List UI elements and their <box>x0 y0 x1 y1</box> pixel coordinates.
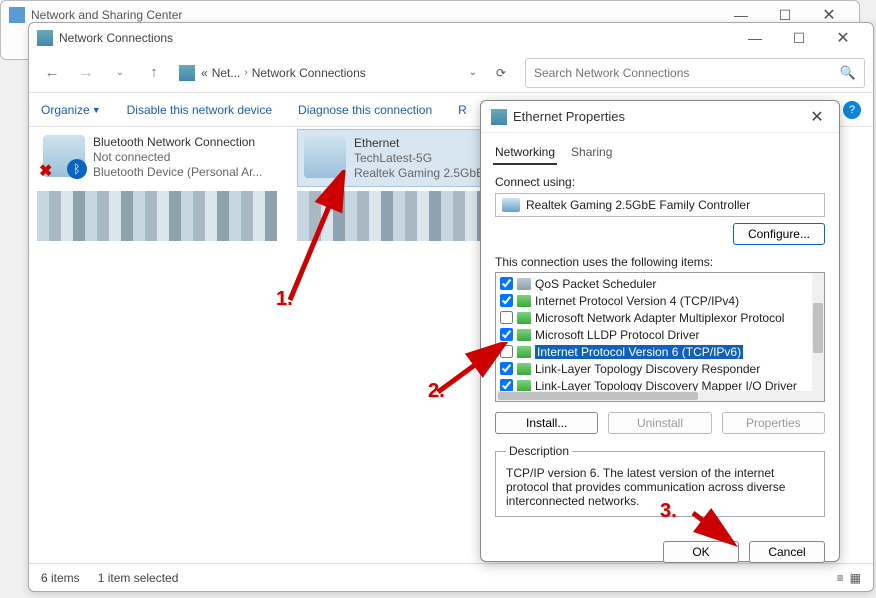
item-checkbox[interactable] <box>500 362 513 375</box>
up-button[interactable]: ↑ <box>139 59 169 87</box>
breadcrumb-current[interactable]: Network Connections <box>252 66 366 80</box>
search-box[interactable]: 🔍 <box>525 58 865 88</box>
protocol-icon <box>517 295 531 307</box>
description-label: Description <box>506 444 572 458</box>
annotation-number-1: 1. <box>276 288 293 311</box>
uninstall-button: Uninstall <box>608 412 711 434</box>
tab-networking[interactable]: Networking <box>493 141 557 165</box>
ethernet-icon <box>491 109 507 125</box>
maximize-button[interactable]: ☐ <box>777 25 821 51</box>
connection-name: Ethernet <box>354 136 484 150</box>
cancel-button[interactable]: Cancel <box>749 541 825 563</box>
ethernet-icon <box>304 136 346 178</box>
list-item[interactable]: Internet Protocol Version 4 (TCP/IPv4) <box>498 292 822 309</box>
minimize-button[interactable]: — <box>733 25 777 51</box>
connection-name: Bluetooth Network Connection <box>93 135 262 149</box>
configure-button[interactable]: Configure... <box>733 223 825 245</box>
search-input[interactable] <box>534 66 840 80</box>
item-label: QoS Packet Scheduler <box>535 277 656 291</box>
item-checkbox[interactable] <box>500 311 513 324</box>
history-dropdown[interactable]: ⌄ <box>105 59 135 87</box>
chevron-down-icon[interactable]: ⌄ <box>469 67 477 78</box>
disconnected-icon: ✖ <box>39 161 52 181</box>
obscured-item <box>297 191 507 241</box>
item-label: Microsoft Network Adapter Multiplexor Pr… <box>535 311 784 325</box>
chevron-right-icon: › <box>244 67 247 78</box>
item-label: Internet Protocol Version 6 (TCP/IPv6) <box>535 345 743 359</box>
address-bar[interactable]: « Net... › Network Connections ⌄ <box>173 59 483 87</box>
item-checkbox[interactable] <box>500 345 513 358</box>
items-listbox[interactable]: QoS Packet Scheduler Internet Protocol Ve… <box>495 272 825 402</box>
list-item[interactable]: Microsoft LLDP Protocol Driver <box>498 326 822 343</box>
app-icon <box>37 30 53 46</box>
selection-count: 1 item selected <box>98 571 179 585</box>
list-item[interactable]: Link-Layer Topology Discovery Responder <box>498 360 822 377</box>
bg-window-title: Network and Sharing Center <box>31 8 719 22</box>
connect-using-label: Connect using: <box>495 175 825 189</box>
connection-status: TechLatest-5G <box>354 151 484 165</box>
item-label: Internet Protocol Version 4 (TCP/IPv4) <box>535 294 739 308</box>
organize-menu[interactable]: Organize ▼ <box>41 103 101 117</box>
vertical-scrollbar[interactable] <box>812 273 824 401</box>
close-icon[interactable]: ✕ <box>805 107 829 127</box>
connection-device: Realtek Gaming 2.5GbE <box>354 166 484 180</box>
close-button[interactable]: ✕ <box>821 25 865 51</box>
items-label: This connection uses the following items… <box>495 255 825 269</box>
annotation-number-3: 3. <box>660 500 677 523</box>
protocol-icon <box>517 363 531 375</box>
rename-button[interactable]: R <box>458 103 467 117</box>
adapter-icon <box>502 198 520 212</box>
bluetooth-icon: ✖ ᛒ <box>43 135 85 177</box>
back-button[interactable]: ← <box>37 59 67 87</box>
bluetooth-badge-icon: ᛒ <box>67 159 87 179</box>
location-icon <box>179 65 195 81</box>
connection-status: Not connected <box>93 150 262 164</box>
properties-button: Properties <box>722 412 825 434</box>
help-icon[interactable]: ? <box>843 101 861 119</box>
ethernet-properties-dialog: Ethernet Properties ✕ Networking Sharing… <box>480 100 840 562</box>
protocol-icon <box>517 329 531 341</box>
ok-button[interactable]: OK <box>663 541 739 563</box>
adapter-name: Realtek Gaming 2.5GbE Family Controller <box>526 198 750 212</box>
protocol-icon <box>517 346 531 358</box>
connection-item-bluetooth[interactable]: ✖ ᛒ Bluetooth Network Connection Not con… <box>37 129 287 185</box>
view-details-icon[interactable]: ≡ <box>837 571 844 585</box>
item-label: Microsoft LLDP Protocol Driver <box>535 328 700 342</box>
window-title: Network Connections <box>59 31 733 45</box>
protocol-icon <box>517 278 531 290</box>
list-item[interactable]: Microsoft Network Adapter Multiplexor Pr… <box>498 309 822 326</box>
list-item[interactable]: QoS Packet Scheduler <box>498 275 822 292</box>
disable-device-button[interactable]: Disable this network device <box>127 103 272 117</box>
dialog-title: Ethernet Properties <box>513 109 805 124</box>
view-large-icon[interactable]: ▦ <box>850 571 861 585</box>
refresh-button[interactable]: ⟳ <box>487 59 515 87</box>
search-icon[interactable]: 🔍 <box>840 65 856 81</box>
annotation-number-2: 2. <box>428 380 445 403</box>
item-checkbox[interactable] <box>500 328 513 341</box>
tab-sharing[interactable]: Sharing <box>569 141 614 165</box>
connection-device: Bluetooth Device (Personal Ar... <box>93 165 262 179</box>
item-checkbox[interactable] <box>500 294 513 307</box>
breadcrumb-net[interactable]: Net... <box>212 66 241 80</box>
item-label: Link-Layer Topology Discovery Responder <box>535 362 760 376</box>
item-count: 6 items <box>41 571 80 585</box>
diagnose-button[interactable]: Diagnose this connection <box>298 103 432 117</box>
list-item[interactable]: Internet Protocol Version 6 (TCP/IPv6) <box>498 343 822 360</box>
horizontal-scrollbar[interactable] <box>496 391 812 401</box>
item-checkbox[interactable] <box>500 277 513 290</box>
protocol-icon <box>517 312 531 324</box>
install-button[interactable]: Install... <box>495 412 598 434</box>
obscured-item <box>37 191 277 241</box>
protocol-icon <box>517 380 531 392</box>
forward-button[interactable]: → <box>71 59 101 87</box>
app-icon <box>9 7 25 23</box>
